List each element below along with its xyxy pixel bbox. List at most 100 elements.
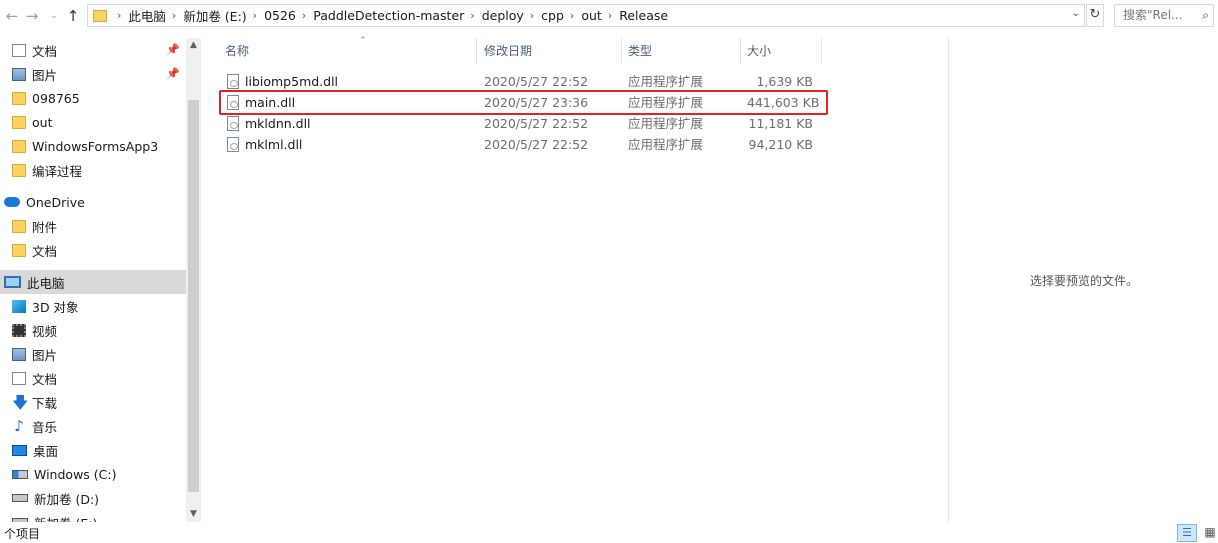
nav-item-this-pc[interactable]: 此电脑 (0, 270, 186, 294)
nav-item-label: out (32, 114, 53, 130)
refresh-icon[interactable]: ↻ (1086, 4, 1104, 27)
folder-icon (12, 115, 26, 129)
file-date: 2020/5/27 22:52 (484, 137, 589, 152)
nav-item-label: 图片 (32, 347, 58, 363)
breadcrumb-separator-icon[interactable]: › (524, 9, 541, 22)
file-type: 应用程序扩展 (628, 137, 704, 152)
large-icons-view-icon[interactable] (1200, 524, 1218, 542)
column-header-date[interactable]: 修改日期 (478, 38, 622, 64)
breadcrumb-separator-icon[interactable]: › (111, 9, 128, 22)
nav-item-3d-objects[interactable]: 3D 对象 (0, 294, 186, 318)
nav-item-label: Windows (C:) (34, 466, 117, 482)
nav-item-out[interactable]: out (0, 110, 186, 134)
document-icon (12, 371, 26, 385)
file-size: 94,210 KB (748, 137, 813, 152)
nav-item-music[interactable]: ♪ 音乐 (0, 414, 186, 438)
nav-item-label: 音乐 (32, 419, 58, 435)
file-type: 应用程序扩展 (628, 74, 704, 89)
dll-file-icon (227, 137, 239, 152)
nav-item-drive-e[interactable]: 新加卷 (E:) (0, 510, 186, 522)
folder-icon (93, 9, 107, 22)
folder-icon (12, 163, 26, 177)
breadcrumb-cpp[interactable]: cpp (541, 8, 564, 23)
column-header-name[interactable]: ⌃ 名称 (219, 36, 477, 64)
breadcrumb-this-pc[interactable]: 此电脑 (128, 6, 166, 25)
breadcrumb-paddledetection[interactable]: PaddleDetection-master (313, 8, 464, 23)
recent-locations-chevron-icon[interactable]: ⌄ (44, 6, 64, 26)
details-view-icon[interactable] (1177, 524, 1197, 542)
breadcrumb-separator-icon[interactable]: › (247, 9, 264, 22)
folder-icon (12, 243, 26, 257)
breadcrumb-deploy[interactable]: deploy (482, 8, 524, 23)
breadcrumb-separator-icon[interactable]: › (464, 9, 481, 22)
onedrive-icon (4, 197, 20, 207)
up-arrow-icon[interactable]: ↑ (63, 6, 83, 26)
pin-icon[interactable]: 📌 (166, 67, 180, 80)
file-row[interactable]: mkldnn.dll 2020/5/27 22:52 应用程序扩展 11,181… (219, 113, 825, 134)
nav-item-videos[interactable]: 视频 (0, 318, 186, 342)
address-bar[interactable]: › 此电脑 › 新加卷 (E:) › 0526 › PaddleDetectio… (87, 4, 1085, 27)
forward-arrow-icon[interactable]: → (22, 6, 42, 26)
breadcrumb-separator-icon[interactable]: › (166, 9, 183, 22)
nav-item-documents[interactable]: 文档 (0, 366, 186, 390)
file-row[interactable]: mklml.dll 2020/5/27 22:52 应用程序扩展 94,210 … (219, 134, 825, 155)
nav-item-onedrive[interactable]: OneDrive (0, 190, 186, 214)
nav-item-downloads[interactable]: 🡇 下载 (0, 390, 186, 414)
desktop-icon (12, 444, 27, 456)
pictures-icon (12, 347, 26, 361)
breadcrumb-release[interactable]: Release (619, 8, 668, 23)
nav-item-label: OneDrive (26, 194, 85, 210)
scrollbar-thumb[interactable] (188, 100, 199, 492)
navigation-scrollbar[interactable]: ▲ ▼ (186, 38, 201, 522)
search-icon[interactable]: ⌕ (1202, 5, 1213, 26)
nav-item-label: 3D 对象 (32, 299, 79, 315)
drive-icon (12, 494, 28, 502)
breadcrumb-separator-icon[interactable]: › (602, 9, 619, 22)
file-name: libiomp5md.dll (245, 74, 339, 89)
nav-item-label: 文档 (32, 43, 58, 59)
nav-item-label: 图片 (32, 67, 58, 83)
nav-item-onedrive-documents[interactable]: 文档 (0, 238, 186, 262)
breadcrumb-0526[interactable]: 0526 (264, 8, 296, 23)
column-header-type[interactable]: 类型 (622, 38, 741, 64)
file-name: mklml.dll (245, 137, 303, 152)
file-type: 应用程序扩展 (628, 95, 704, 110)
search-placeholder: 搜索"Rel... (1123, 8, 1183, 22)
address-history-chevron-icon[interactable]: ⌄ (1072, 8, 1080, 19)
nav-item-drive-c[interactable]: Windows (C:) (0, 462, 186, 486)
breadcrumb-separator-icon[interactable]: › (564, 9, 581, 22)
nav-item-label: 桌面 (33, 443, 59, 459)
nav-item-attachments[interactable]: 附件 (0, 214, 186, 238)
file-date: 2020/5/27 22:52 (484, 74, 589, 89)
search-input[interactable]: 搜索"Rel... ⌕ (1114, 4, 1214, 27)
column-header-size[interactable]: 大小 (741, 38, 822, 64)
nav-item-compile-process[interactable]: 编译过程 (0, 158, 186, 182)
preview-message: 选择要预览的文件。 (1029, 274, 1138, 288)
scroll-down-icon[interactable]: ▼ (186, 507, 201, 522)
nav-item-pictures[interactable]: 图片 (0, 342, 186, 366)
folder-icon (12, 91, 26, 105)
nav-item-label: 新加卷 (E:) (34, 513, 97, 523)
drive-c-icon (12, 469, 28, 479)
item-count: 个项目 (4, 527, 41, 541)
breadcrumb-out[interactable]: out (581, 8, 601, 23)
breadcrumb-separator-icon[interactable]: › (296, 9, 313, 22)
nav-item-pictures-pinned[interactable]: 图片 📌 (0, 62, 186, 86)
file-row[interactable]: main.dll 2020/5/27 23:36 应用程序扩展 441,603 … (219, 92, 825, 113)
nav-item-098765[interactable]: 098765 (0, 86, 186, 110)
folder-icon (12, 219, 26, 233)
scroll-up-icon[interactable]: ▲ (186, 38, 201, 53)
nav-item-documents-pinned[interactable]: 文档 📌 (0, 38, 186, 62)
nav-item-drive-d[interactable]: 新加卷 (D:) (0, 486, 186, 510)
navigation-pane: 文档 📌 图片 📌 098765 out WindowsFormsApp3 编译… (0, 38, 186, 522)
nav-item-desktop[interactable]: 桌面 (0, 438, 186, 462)
nav-item-label: 编译过程 (32, 163, 83, 179)
preview-pane: 选择要预览的文件。 (948, 38, 1218, 522)
pin-icon[interactable]: 📌 (166, 43, 180, 56)
file-row[interactable]: libiomp5md.dll 2020/5/27 22:52 应用程序扩展 1,… (219, 71, 825, 92)
breadcrumb-volume-e[interactable]: 新加卷 (E:) (183, 6, 246, 25)
nav-item-windowsformsapp3[interactable]: WindowsFormsApp3 (0, 134, 186, 158)
back-arrow-icon[interactable]: ← (2, 6, 22, 26)
3d-objects-icon (12, 299, 26, 313)
nav-item-label: 098765 (32, 90, 80, 106)
